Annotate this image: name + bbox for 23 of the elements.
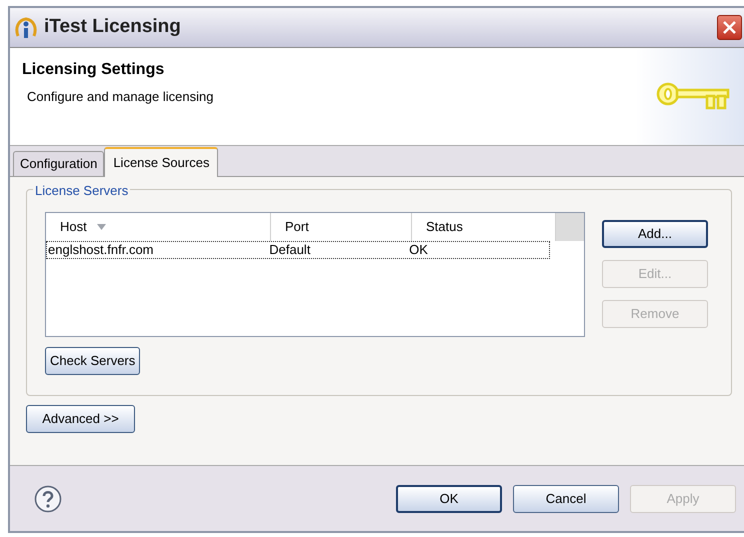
header-subtitle: Configure and manage licensing — [27, 88, 214, 106]
table-cell-text: Default — [269, 241, 312, 260]
advanced-button[interactable]: Advanced >> — [26, 405, 135, 433]
table-cell-text: OK — [409, 241, 429, 260]
table-header-filler — [556, 213, 584, 241]
tab[interactable]: License Sources — [104, 147, 218, 177]
side-button[interactable]: Add... — [602, 220, 708, 248]
header-title: Licensing Settings — [22, 60, 166, 80]
help-icon[interactable] — [34, 484, 62, 512]
table-row[interactable]: englshost.fnfr.com Default OK — [46, 241, 550, 259]
close-icon — [722, 20, 737, 35]
close-button[interactable] — [717, 15, 742, 40]
table-cell-text: englshost.fnfr.com — [47, 241, 154, 260]
check-servers-button[interactable]: Check Servers — [45, 347, 140, 375]
column-header[interactable]: Port — [271, 213, 412, 241]
dialog-button[interactable]: OK — [396, 484, 502, 512]
tab[interactable]: Configuration — [13, 151, 104, 176]
window-title: iTest Licensing — [44, 15, 181, 40]
key-icon — [656, 80, 732, 112]
sort-arrow-icon — [96, 224, 106, 230]
column-header[interactable]: Host — [46, 213, 271, 241]
dialog-button[interactable]: Cancel — [513, 484, 619, 512]
app-logo-icon — [14, 16, 38, 40]
